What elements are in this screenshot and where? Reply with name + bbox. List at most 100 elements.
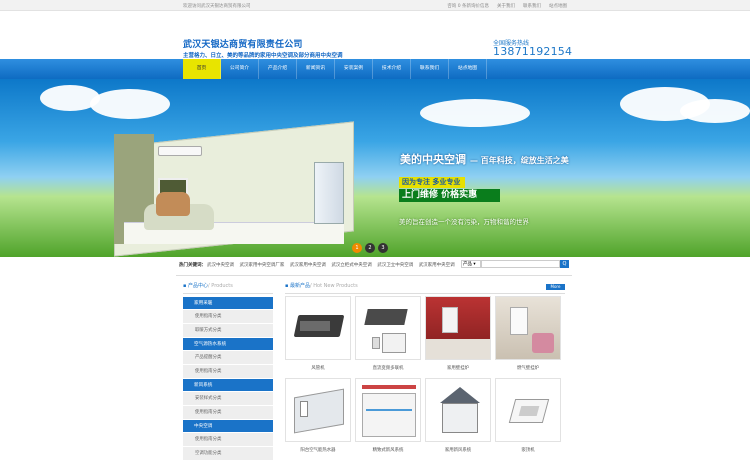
- hero-banner[interactable]: 美的中央空调 — 百年科技，绽放生活之美 因为专注 多业专业 上门维修 价格实惠 …: [0, 79, 750, 257]
- search-icon: Q: [562, 261, 567, 267]
- search-category-label: 产品: [463, 262, 472, 267]
- hot-keywords-list: 武汉中央空调 武汉家用中央空调厂家 武汉家用中央空调 武汉立柜式中央空调 武汉卫…: [207, 262, 465, 269]
- sidebar-sub-item[interactable]: 使用指南分类: [183, 406, 273, 420]
- sidebar-sub-item[interactable]: 安装样式分类: [183, 392, 273, 406]
- sidebar-header: ▪ 产品中心/ Products: [183, 282, 273, 294]
- sidebar-cat-heat-pump[interactable]: 空气源热水系统: [183, 338, 273, 351]
- diagram-title-bar: [362, 385, 416, 389]
- inquiry-link[interactable]: 咨询 0 条新询价信息: [447, 3, 489, 9]
- product-image-vrf[interactable]: [355, 296, 421, 360]
- banner-badge-2: 上门维修 价格实惠: [399, 189, 500, 202]
- banner-badge-1: 因为专注 多业专业: [399, 177, 465, 188]
- sitemap-link[interactable]: 站点地图: [549, 3, 567, 9]
- sidebar-sub-item[interactable]: 使用指南分类: [183, 433, 273, 447]
- nav-products[interactable]: 产品介绍: [259, 59, 297, 79]
- slide-dot-3[interactable]: 3: [378, 243, 388, 253]
- sidebar-cat-fresh-air[interactable]: 新风系统: [183, 379, 273, 392]
- product-caption[interactable]: 家用壁挂炉: [425, 365, 491, 371]
- more-button[interactable]: More: [546, 284, 565, 290]
- product-card[interactable]: 家用壁挂炉: [425, 296, 491, 376]
- nav-contact[interactable]: 联系我们: [411, 59, 449, 79]
- nav-tech[interactable]: 技术介绍: [373, 59, 411, 79]
- product-card[interactable]: 阳台空气能热水器: [285, 378, 351, 458]
- product-image-wall-boiler[interactable]: [425, 296, 491, 360]
- product-caption[interactable]: 阳台空气能热水器: [285, 447, 351, 453]
- product-image-fresh-air-system[interactable]: [355, 378, 421, 442]
- top-links: 咨询 0 条新询价信息 关于我们 联系我们 站点地图: [447, 3, 567, 9]
- nav-news[interactable]: 新闻资讯: [297, 59, 335, 79]
- product-caption[interactable]: 风管机: [285, 365, 351, 371]
- hot-keyword[interactable]: 武汉家用中央空调: [419, 263, 455, 268]
- product-caption[interactable]: 燃气壁挂炉: [495, 365, 561, 371]
- vrf-outdoor-shape: [382, 333, 406, 353]
- sidebar-sub-item[interactable]: 使用指南分类: [183, 365, 273, 379]
- search-button[interactable]: Q: [560, 260, 569, 268]
- cloud-shape: [90, 89, 170, 119]
- nav-sitemap[interactable]: 站点地图: [449, 59, 487, 79]
- slide-dot-1[interactable]: 1: [352, 243, 362, 253]
- cabinet-shape: [426, 339, 490, 359]
- sidebar-cat-central-ac[interactable]: 中央空调: [183, 420, 273, 433]
- hot-keyword[interactable]: 武汉家用中央空调: [290, 263, 326, 268]
- banner-title-main: 美的中央空调: [400, 153, 466, 166]
- page: 欢迎访问武汉天银达商贸有限公司 咨询 0 条新询价信息 关于我们 联系我们 站点…: [0, 0, 750, 461]
- product-category-sidebar: 家用采暖 使用指南分类 取暖方式分类 空气源热水系统 产品提醒分类 使用指南分类…: [183, 297, 273, 461]
- search-category-select[interactable]: 产品 ▾: [461, 260, 481, 268]
- boiler-shape: [442, 307, 458, 333]
- hot-keyword[interactable]: 武汉中央空调: [207, 263, 234, 268]
- product-image-home-fresh-air[interactable]: [425, 378, 491, 442]
- product-grid: 风管机 直流变频多联机 家用壁挂炉 燃气壁挂炉 阳台空气能热水器 精致式新风系统…: [285, 296, 565, 458]
- products-title-en: / Hot New Products: [310, 283, 358, 289]
- nav-cases[interactable]: 安装案例: [335, 59, 373, 79]
- nav-home[interactable]: 首页: [183, 59, 221, 79]
- product-image-cassette-unit[interactable]: [495, 378, 561, 442]
- contact-link[interactable]: 联系我们: [523, 3, 541, 9]
- product-card[interactable]: 精致式新风系统: [355, 378, 421, 458]
- product-caption[interactable]: 家用新风系统: [425, 447, 491, 453]
- product-image-balcony-heater[interactable]: [285, 378, 351, 442]
- cloud-shape: [420, 99, 530, 127]
- hot-keyword[interactable]: 武汉家用中央空调厂家: [239, 263, 284, 268]
- slider-pagination: 1 2 3: [352, 243, 388, 253]
- products-title: 最新产品: [289, 283, 310, 289]
- main-nav: 首页 公司简介 产品介绍 新闻资讯 安装案例 技术介绍 联系我们 站点地图: [0, 59, 750, 79]
- product-card[interactable]: 家用新风系统: [425, 378, 491, 458]
- product-caption[interactable]: 精致式新风系统: [355, 447, 421, 453]
- sidebar-sub-item[interactable]: 空调功能分类: [183, 447, 273, 461]
- product-card[interactable]: 直流变频多联机: [355, 296, 421, 376]
- about-link[interactable]: 关于我们: [497, 3, 515, 9]
- products-header: ▪ 最新产品/ Hot New Products: [285, 282, 565, 294]
- nav-about[interactable]: 公司简介: [221, 59, 259, 79]
- heater-tank-shape: [300, 401, 308, 417]
- hotline-number: 13871192154: [493, 45, 573, 58]
- sidebar-title-en: / Products: [208, 283, 233, 289]
- search-input[interactable]: [481, 260, 560, 268]
- product-image-gas-boiler[interactable]: [495, 296, 561, 360]
- cassette-grille: [518, 406, 540, 416]
- slide-dot-2[interactable]: 2: [365, 243, 375, 253]
- duct-unit-front: [300, 321, 330, 331]
- fridge-image: [314, 162, 344, 224]
- sidebar-sub-item[interactable]: 取暖方式分类: [183, 324, 273, 338]
- product-image-duct-unit[interactable]: [285, 296, 351, 360]
- company-name[interactable]: 武汉天银达商贸有限责任公司: [183, 37, 303, 50]
- top-utility-bar: 欢迎访问武汉天银达商贸有限公司 咨询 0 条新询价信息 关于我们 联系我们 站点…: [0, 0, 750, 11]
- ac-unit-image: [158, 146, 202, 156]
- sidebar-sub-item[interactable]: 使用指南分类: [183, 310, 273, 324]
- hot-keyword[interactable]: 武汉卫立中央空调: [377, 263, 413, 268]
- sidebar-sub-item[interactable]: 产品提醒分类: [183, 351, 273, 365]
- sidebar-cat-heating[interactable]: 家用采暖: [183, 297, 273, 310]
- family-image: [156, 192, 190, 216]
- product-card[interactable]: 嵌顶机: [495, 378, 561, 458]
- cloud-shape: [680, 99, 750, 123]
- product-card[interactable]: 风管机: [285, 296, 351, 376]
- product-card[interactable]: 燃气壁挂炉: [495, 296, 561, 376]
- product-caption[interactable]: 直流变频多联机: [355, 365, 421, 371]
- banner-tagline: 美的旨在创造一个没有污染，万物和谐的世界: [399, 218, 529, 226]
- house-body-shape: [442, 403, 478, 433]
- hot-keyword[interactable]: 武汉立柜式中央空调: [331, 263, 372, 268]
- vrf-controller-shape: [372, 337, 380, 349]
- welcome-text: 欢迎访问武汉天银达商贸有限公司: [183, 4, 251, 9]
- floorplan-shape: [362, 393, 416, 437]
- product-caption[interactable]: 嵌顶机: [495, 447, 561, 453]
